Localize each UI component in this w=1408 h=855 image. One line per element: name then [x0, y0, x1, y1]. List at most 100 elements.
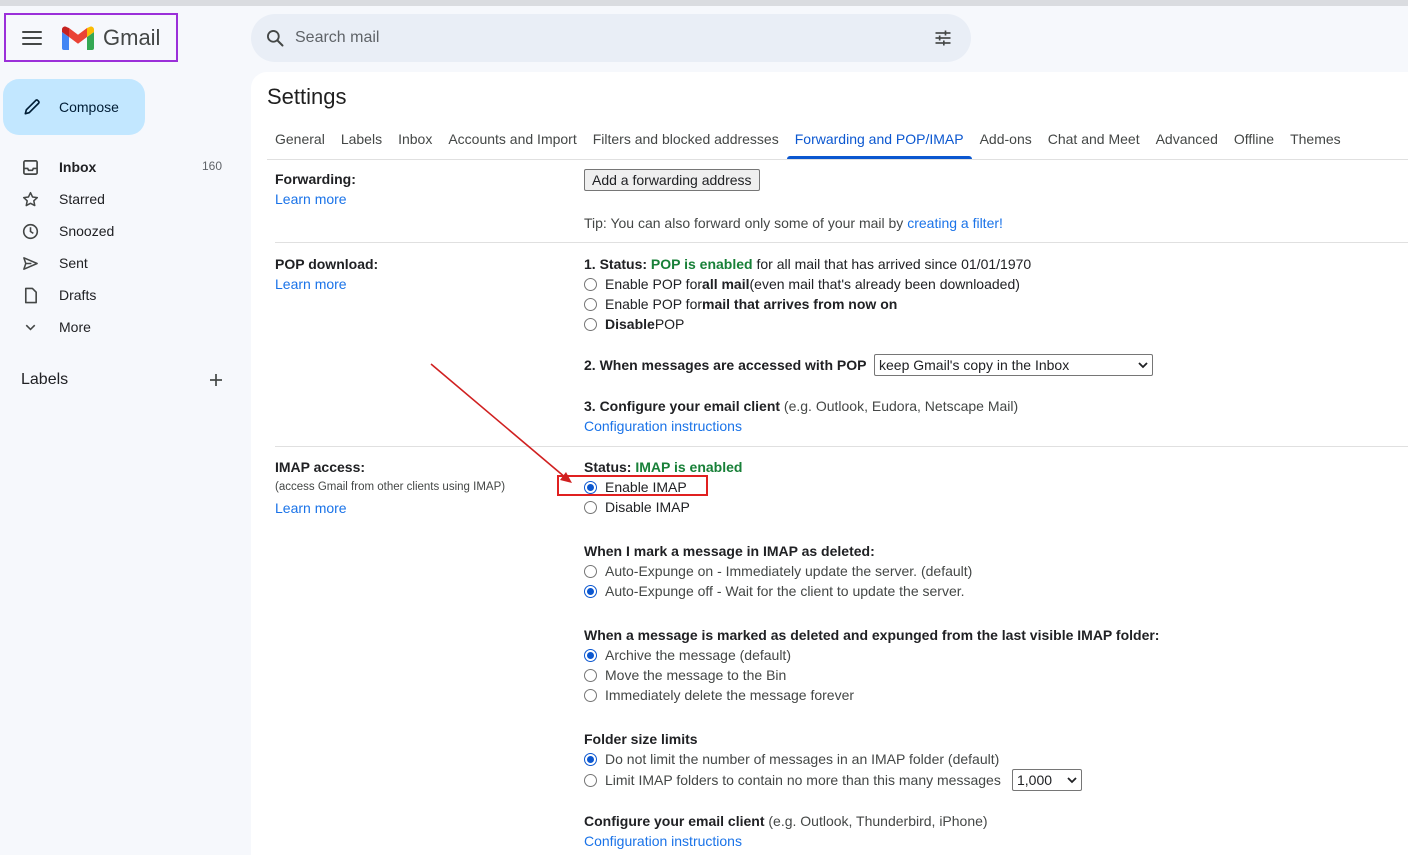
disable-imap-option[interactable]: Disable IMAP [584, 499, 690, 515]
labels-heading: Labels [21, 371, 69, 388]
option-text-bold: all mail [702, 276, 750, 292]
imap-configure-client: Configure your email client (e.g. Outloo… [584, 813, 988, 829]
chevron-down-icon [1138, 362, 1148, 369]
pop-configuration-instructions-link[interactable]: Configuration instructions [584, 418, 742, 434]
section-divider [275, 242, 1408, 243]
auto-expunge-off-option[interactable]: Auto-Expunge off - Wait for the client t… [584, 583, 965, 599]
configure-examples: (e.g. Outlook, Eudora, Netscape Mail) [780, 398, 1019, 414]
pencil-icon [24, 99, 40, 115]
tab-forwarding-pop-imap[interactable]: Forwarding and POP/IMAP [786, 127, 972, 159]
search-icon[interactable] [265, 28, 285, 48]
option-text: POP [654, 316, 685, 332]
app-name: Gmail [103, 24, 161, 50]
auto-expunge-on-option[interactable]: Auto-Expunge on - Immediately update the… [584, 563, 972, 579]
tab-advanced[interactable]: Advanced [1148, 127, 1226, 159]
imap-status-value: IMAP is enabled [635, 459, 743, 475]
pop-status-value: POP is enabled [650, 256, 753, 272]
radio-button[interactable] [584, 297, 597, 311]
tab-inbox[interactable]: Inbox [390, 127, 440, 159]
tab-chat-and-meet[interactable]: Chat and Meet [1040, 127, 1148, 159]
tab-themes[interactable]: Themes [1282, 127, 1349, 159]
pop-status: 1. Status: POP is enabled for all mail t… [584, 256, 1031, 272]
sidebar-item-drafts[interactable]: Drafts [0, 279, 240, 311]
gmail-logo-icon[interactable] [62, 25, 94, 50]
sidebar-item-label: Drafts [59, 287, 97, 303]
sidebar-item-label: Snoozed [59, 223, 115, 239]
option-text: Disable IMAP [605, 499, 690, 515]
imap-access-sublabel: (access Gmail from other clients using I… [275, 481, 506, 493]
logo-highlight-box: Gmail [4, 13, 178, 62]
imap-learn-more-link[interactable]: Learn more [275, 500, 347, 516]
section-divider [275, 446, 1408, 447]
radio-button[interactable] [584, 773, 597, 787]
tab-general[interactable]: General [267, 127, 333, 159]
no-folder-limit-option[interactable]: Do not limit the number of messages in a… [584, 751, 999, 767]
send-icon [23, 257, 38, 270]
pop-access-heading: 2. When messages are accessed with POP [584, 357, 867, 373]
folder-limit-select[interactable]: 1,000 [1012, 769, 1082, 791]
pop-disable-option[interactable]: Disable POP [584, 316, 684, 332]
compose-label: Compose [59, 99, 119, 115]
move-to-bin-option[interactable]: Move the message to the Bin [584, 667, 786, 683]
sidebar-item-snoozed[interactable]: Snoozed [0, 215, 240, 247]
forwarding-tip: Tip: You can also forward only some of y… [584, 215, 1003, 231]
sidebar-item-more[interactable]: More [0, 311, 240, 343]
pop-status-suffix: for all mail that has arrived since 01/0… [752, 256, 1032, 272]
annotation-highlight-box [557, 475, 708, 496]
option-text: Do not limit the number of messages in a… [605, 751, 1000, 767]
option-text: Enable POP for [605, 296, 703, 312]
forwarding-learn-more-link[interactable]: Learn more [275, 191, 347, 207]
delete-forever-option[interactable]: Immediately delete the message forever [584, 687, 854, 703]
radio-button[interactable] [584, 668, 597, 682]
configure-heading: Configure your email client [584, 813, 765, 829]
pop-enable-all-option[interactable]: Enable POP for all mail (even mail that'… [584, 276, 1020, 292]
imap-status-prefix: Status: [584, 459, 636, 475]
add-forwarding-address-button[interactable]: Add a forwarding address [584, 169, 760, 191]
tab-add-ons[interactable]: Add-ons [972, 127, 1040, 159]
radio-button[interactable] [584, 500, 597, 514]
search-input[interactable] [295, 29, 895, 47]
limit-folder-option[interactable]: Limit IMAP folders to contain no more th… [584, 772, 1001, 788]
forwarding-label: Forwarding: [275, 171, 356, 187]
radio-button[interactable] [584, 752, 597, 766]
pop-learn-more-link[interactable]: Learn more [275, 276, 347, 292]
pop-status-prefix: 1. Status: [584, 256, 651, 272]
tabs-divider [267, 159, 1408, 160]
unread-count: 160 [201, 159, 222, 173]
tab-offline[interactable]: Offline [1226, 127, 1282, 159]
radio-button[interactable] [584, 564, 597, 578]
create-filter-link[interactable]: creating a filter! [907, 215, 1003, 231]
tab-labels[interactable]: Labels [333, 127, 390, 159]
compose-button[interactable]: Compose [3, 79, 145, 135]
settings-tabs: General Labels Inbox Accounts and Import… [267, 127, 1349, 159]
option-text: Move the message to the Bin [605, 667, 787, 683]
option-text: Archive the message (default) [605, 647, 791, 663]
radio-button[interactable] [584, 688, 597, 702]
add-label-icon[interactable] [208, 372, 224, 388]
search-options-icon[interactable] [933, 28, 953, 48]
radio-button[interactable] [584, 277, 597, 291]
tab-accounts-and-import[interactable]: Accounts and Import [440, 127, 584, 159]
sidebar-item-label: Sent [59, 255, 88, 271]
pop-access-select[interactable]: keep Gmail's copy in the Inbox [874, 354, 1153, 376]
tab-filters[interactable]: Filters and blocked addresses [585, 127, 787, 159]
clock-icon [22, 223, 39, 240]
imap-configuration-instructions-link[interactable]: Configuration instructions [584, 833, 742, 849]
option-text-bold: Disable [605, 316, 655, 332]
select-value: keep Gmail's copy in the Inbox [879, 357, 1070, 373]
search-bar[interactable] [251, 14, 971, 62]
sidebar-item-inbox[interactable]: Inbox 160 [0, 151, 240, 183]
archive-message-option[interactable]: Archive the message (default) [584, 647, 791, 663]
radio-button[interactable] [584, 317, 597, 331]
configure-heading: 3. Configure your email client [584, 398, 781, 414]
radio-button[interactable] [584, 584, 597, 598]
pop-enable-new-option[interactable]: Enable POP for mail that arrives from no… [584, 296, 897, 312]
main-menu-icon[interactable] [22, 30, 42, 45]
radio-button[interactable] [584, 648, 597, 662]
imap-access-label: IMAP access: [275, 459, 366, 475]
sidebar-item-starred[interactable]: Starred [0, 183, 240, 215]
chevron-down-icon [1067, 777, 1077, 784]
configure-examples: (e.g. Outlook, Thunderbird, iPhone) [764, 813, 988, 829]
sidebar-item-sent[interactable]: Sent [0, 247, 240, 279]
option-text: (even mail that's already been downloade… [749, 276, 1020, 292]
